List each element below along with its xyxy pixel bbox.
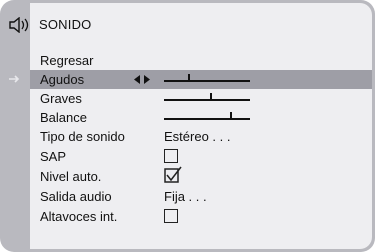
menu-item-label: Regresar [40,53,94,68]
agudos-slider[interactable] [164,74,250,82]
menu-item-label: Agudos [40,72,85,87]
menu-title: SONIDO [39,17,92,32]
menu-item-label: Nivel auto. [40,169,102,184]
balance-slider[interactable] [164,112,250,120]
menu-item-graves[interactable]: Graves [30,89,372,108]
menu-item-agudos[interactable]: Agudos [9,70,372,89]
menu-item-label: Tipo de sonido [40,129,125,144]
menu-item-salida-audio[interactable]: Salida audio Fija . . . [30,187,372,206]
slider-knob[interactable] [210,93,212,99]
speaker-icon [9,17,29,33]
menu-item-label: SAP [40,149,67,164]
menu-item-altavoces-int[interactable]: Altavoces int. [30,207,372,226]
sap-checkbox[interactable] [164,149,178,163]
menu-item-nivel-auto[interactable]: Nivel auto. [30,164,372,186]
arrow-right-icon [9,75,20,83]
menu-item-sap[interactable]: SAP [30,147,372,166]
altavoces-int-checkbox[interactable] [164,209,178,223]
menu-item-tipo-de-sonido[interactable]: Tipo de sonido Estéreo . . . [30,127,372,146]
menu-sidebar [3,3,30,249]
menu-item-label: Altavoces int. [40,209,118,224]
tipo-de-sonido-value: Estéreo . . . [164,129,231,144]
menu-item-label: Balance [40,110,87,125]
menu-item-label: Graves [40,91,82,106]
left-right-arrows-icon [134,75,150,84]
salida-audio-value: Fija . . . [164,189,207,204]
graves-slider[interactable] [164,93,250,101]
menu-item-regresar[interactable]: Regresar [30,51,372,70]
slider-knob[interactable] [188,74,190,80]
nivel-auto-checkbox-checked[interactable] [164,164,184,184]
menu-item-label: Salida audio [40,189,112,204]
slider-knob[interactable] [230,112,232,118]
menu-item-balance[interactable]: Balance [30,108,372,127]
